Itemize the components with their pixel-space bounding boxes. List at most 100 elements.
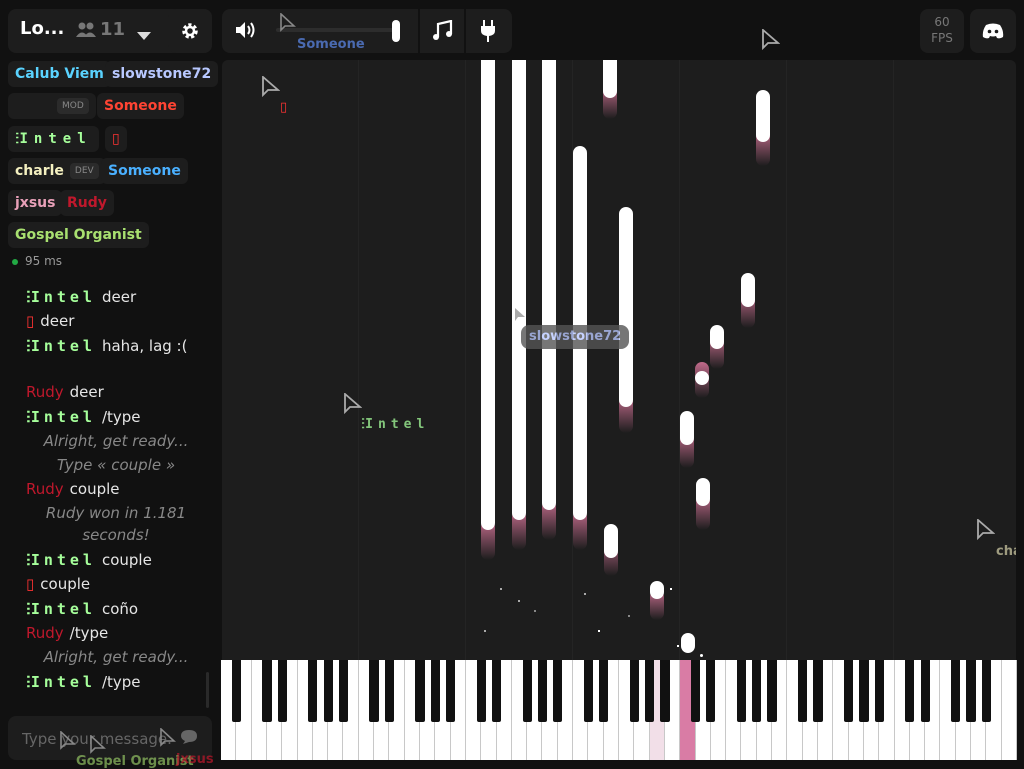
user-tag: DEV (69, 163, 99, 179)
piano-black-key[interactable] (767, 660, 777, 722)
system-message: Alright, get ready... (43, 432, 189, 450)
piano-black-key[interactable] (553, 660, 563, 722)
room-name[interactable]: Lo... (20, 18, 64, 39)
user-chip[interactable]: Calub Viem (8, 61, 111, 87)
falling-note (695, 371, 709, 385)
note-stage: ▯ slowstone72 ⵗIntel charle (222, 60, 1016, 660)
falling-note (481, 60, 495, 530)
cursor-label: ⵗIntel (361, 417, 430, 432)
user-count: 11 (100, 19, 126, 40)
music-button[interactable] (420, 9, 464, 53)
user-chip[interactable]: MOD (8, 93, 96, 119)
discord-icon (982, 23, 1004, 43)
midi-button[interactable] (466, 9, 510, 53)
piano-black-key[interactable] (706, 660, 716, 722)
user-name: Intel (19, 131, 92, 147)
chat-message: ⵗIntel couple (26, 551, 152, 569)
chat-message: Rudy deer (26, 383, 104, 401)
volume-slider-thumb[interactable] (392, 20, 400, 42)
user-chip-intel[interactable]: ⵗIntel (8, 126, 99, 152)
cursor-icon (160, 727, 177, 752)
falling-note (603, 60, 617, 98)
fps-value: 60 (934, 15, 950, 29)
ping-value: 95 ms (25, 254, 63, 268)
piano-black-key[interactable] (844, 660, 854, 722)
piano-black-key[interactable] (736, 660, 747, 722)
falling-note (619, 207, 633, 407)
user-name: charle (15, 163, 64, 179)
falling-note (512, 60, 526, 520)
piano-black-key[interactable] (491, 660, 502, 722)
piano-black-key[interactable] (231, 660, 241, 722)
piano-black-key[interactable] (629, 660, 639, 722)
user-chip[interactable]: Someone (101, 158, 188, 184)
falling-note (542, 60, 556, 510)
cursor-icon (262, 75, 281, 102)
falling-note (696, 478, 710, 506)
settings-button[interactable] (168, 9, 212, 53)
piano-black-key[interactable] (537, 660, 548, 722)
piano-black-key[interactable] (859, 660, 869, 722)
chat-scrollbar[interactable] (206, 672, 209, 708)
piano-black-key[interactable] (798, 660, 808, 722)
falling-note (756, 90, 770, 142)
cursor-icon (762, 28, 781, 55)
falling-note (681, 633, 695, 653)
user-chip[interactable]: Someone (97, 93, 184, 119)
cursor-label: slowstone72 (521, 325, 630, 349)
plug-icon (480, 20, 496, 46)
piano-black-key[interactable] (813, 660, 823, 722)
discord-button[interactable] (970, 9, 1016, 53)
piano-black-key[interactable] (323, 660, 333, 722)
chat-bubble-icon[interactable] (180, 729, 198, 749)
cursor-icon (280, 12, 297, 37)
cursor-icon (60, 730, 77, 755)
piano-black-key[interactable] (338, 660, 349, 722)
user-chip[interactable]: slowstone72 (105, 61, 219, 87)
chevron-down-icon[interactable] (136, 26, 152, 45)
piano-black-key[interactable] (308, 660, 318, 722)
piano-black-key[interactable] (583, 660, 593, 722)
piano-black-key[interactable] (430, 660, 440, 722)
piano-black-key[interactable] (905, 660, 915, 722)
piano-black-key[interactable] (277, 660, 287, 722)
piano-black-key[interactable] (384, 660, 394, 722)
piano-black-key[interactable] (415, 660, 425, 722)
volume-icon[interactable] (235, 21, 257, 43)
piano-black-key[interactable] (262, 660, 272, 722)
piano-black-key[interactable] (660, 660, 670, 722)
users-icon (76, 22, 96, 42)
volume-user-label: Someone (297, 37, 365, 52)
piano-white-key[interactable] (1001, 660, 1017, 760)
piano-keyboard[interactable] (221, 660, 1017, 760)
piano-black-key[interactable] (951, 660, 961, 722)
piano-black-key[interactable] (690, 660, 701, 722)
falling-note (710, 325, 724, 349)
user-chip[interactable]: Gospel Organist (8, 222, 149, 248)
chat-message: ▯ deer (26, 312, 75, 330)
falling-note (604, 524, 618, 558)
piano-black-key[interactable] (522, 660, 532, 722)
user-tag: MOD (57, 98, 89, 114)
user-chip[interactable]: charle DEV (8, 158, 106, 184)
piano-black-key[interactable] (752, 660, 762, 722)
piano-black-key[interactable] (369, 660, 379, 722)
piano-black-key[interactable] (476, 660, 486, 722)
chat-message: ⵗIntel/type (26, 408, 141, 426)
cursor-label: jxsus (176, 752, 214, 767)
piano-black-key[interactable] (920, 660, 930, 722)
piano-black-key[interactable] (874, 660, 884, 722)
user-chip[interactable]: jxsus (8, 190, 63, 216)
piano-black-key[interactable] (599, 660, 609, 722)
piano-black-key[interactable] (966, 660, 976, 722)
cursor-icon (344, 392, 363, 419)
piano-black-key[interactable] (981, 660, 991, 722)
piano-black-key[interactable] (645, 660, 655, 722)
ping-indicator (12, 259, 18, 265)
user-chip[interactable]: Rudy (60, 190, 114, 216)
chat-message: Rudy couple (26, 480, 120, 498)
user-chip[interactable]: ▯ (105, 126, 127, 152)
gear-icon (181, 22, 199, 44)
system-message: Rudy won in 1.181 seconds! (45, 504, 187, 544)
piano-black-key[interactable] (446, 660, 456, 722)
